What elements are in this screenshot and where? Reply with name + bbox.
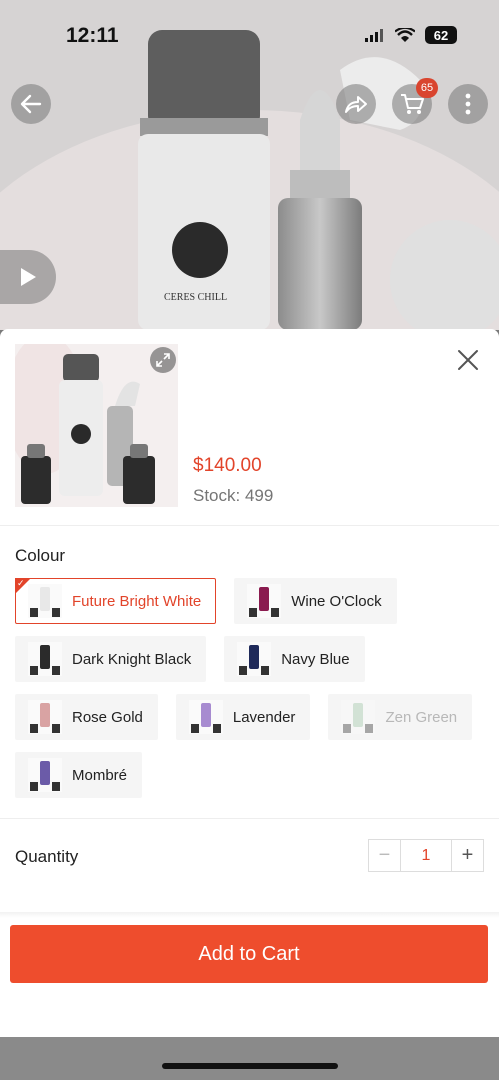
more-vertical-icon <box>465 93 471 115</box>
colour-option[interactable]: ✓ Future Bright White <box>15 578 217 624</box>
colour-swatch-image <box>28 584 62 618</box>
colour-title: Colour <box>15 546 66 565</box>
colour-swatch-image <box>188 700 223 734</box>
colour-option-label: Lavender <box>232 708 296 726</box>
quantity-row: Quantity − 1 + <box>0 819 499 893</box>
colour-option-label: Zen Green <box>385 708 458 726</box>
colour-swatch-image <box>28 700 62 734</box>
colour-option: Zen Green <box>328 694 473 740</box>
colour-section: Colour ✓ Future Bright White Wine O'Clock D… <box>0 546 499 798</box>
sheet-header: $140.00 Stock: 499 <box>0 329 499 526</box>
product-price: $140.00 <box>193 455 262 476</box>
decrease-quantity-button[interactable]: − <box>369 840 401 871</box>
svg-text:CERES CHILL: CERES CHILL <box>164 292 227 303</box>
product-stock: Stock: 499 <box>193 486 274 505</box>
colour-option-label: Navy Blue <box>281 650 350 668</box>
add-to-cart-button[interactable]: Add to Cart <box>10 925 488 983</box>
colour-option[interactable]: Dark Knight Black <box>15 636 207 682</box>
back-button[interactable] <box>11 84 51 124</box>
status-bar: 12:11 62 <box>0 0 499 70</box>
share-button[interactable] <box>336 84 376 124</box>
quantity-stepper: − 1 + <box>368 839 484 872</box>
expand-image-icon[interactable] <box>150 347 176 373</box>
close-icon[interactable] <box>457 349 479 371</box>
checkmark-icon: ✓ <box>17 578 25 588</box>
status-time: 12:11 <box>66 24 119 47</box>
colour-swatch-image <box>341 700 376 734</box>
signal-icon <box>365 29 383 42</box>
variant-selection-sheet: $140.00 Stock: 499 Colour ✓ Future Bright… <box>0 329 499 1037</box>
home-bar <box>0 1037 499 1080</box>
play-icon <box>21 268 36 286</box>
quantity-label: Quantity <box>15 847 79 866</box>
colour-swatch-image <box>237 642 272 676</box>
colour-option-label: Wine O'Clock <box>291 592 382 610</box>
colour-swatch-image <box>247 584 282 618</box>
colour-option-label: Future Bright White <box>72 592 202 610</box>
colour-options: ✓ Future Bright White Wine O'Clock Dark Kni… <box>15 578 484 798</box>
colour-option[interactable]: Lavender <box>175 694 311 740</box>
colour-option-label: Mombré <box>72 766 128 784</box>
colour-option[interactable]: Wine O'Clock <box>234 578 397 624</box>
colour-option-label: Dark Knight Black <box>72 650 192 668</box>
more-options-button[interactable] <box>448 84 488 124</box>
share-icon <box>345 96 367 113</box>
colour-option-label: Rose Gold <box>72 708 143 726</box>
battery-indicator: 62 <box>425 26 457 44</box>
cart-button[interactable]: 65 <box>392 78 438 124</box>
wifi-icon <box>395 27 415 42</box>
cart-count-badge: 65 <box>416 78 438 98</box>
colour-option[interactable]: Navy Blue <box>224 636 365 682</box>
quantity-value[interactable]: 1 <box>401 840 451 871</box>
footer-separator <box>0 912 499 918</box>
home-indicator[interactable] <box>162 1063 338 1069</box>
arrow-left-icon <box>20 94 42 114</box>
colour-swatch-image <box>28 642 62 676</box>
colour-swatch-image <box>28 758 62 792</box>
colour-option[interactable]: Mombré <box>15 752 143 798</box>
increase-quantity-button[interactable]: + <box>451 840 483 871</box>
play-video-button[interactable] <box>0 250 56 304</box>
colour-option[interactable]: Rose Gold <box>15 694 158 740</box>
